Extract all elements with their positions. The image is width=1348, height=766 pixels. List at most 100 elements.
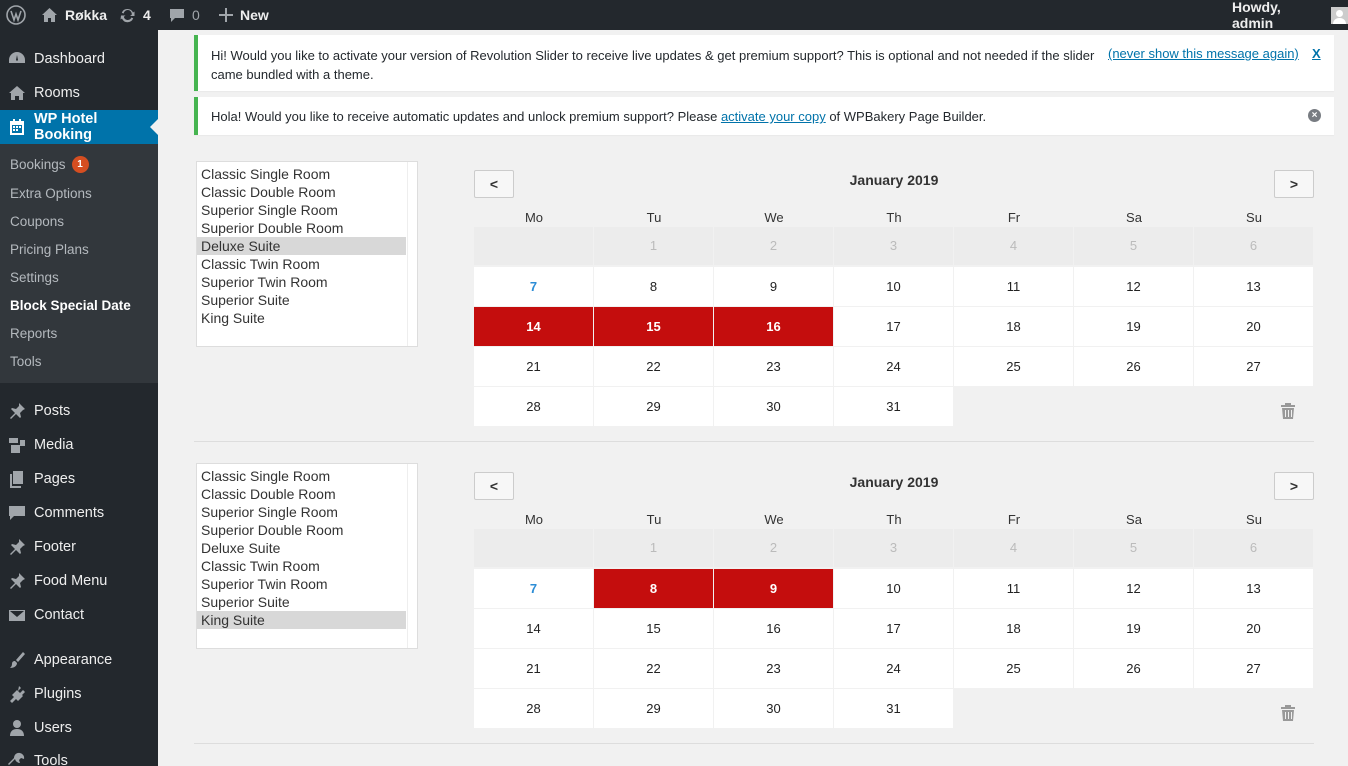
day-cell[interactable]: 16 [714,609,833,648]
room-option[interactable]: Classic Single Room [197,165,406,183]
day-cell[interactable]: 11 [954,267,1073,306]
sidebar-item-media[interactable]: Media [0,428,158,462]
day-cell[interactable]: 27 [1194,649,1313,688]
trash-icon[interactable] [1281,705,1295,721]
day-cell[interactable]: 19 [1074,307,1193,346]
wordpress-logo-icon[interactable] [6,0,26,30]
room-option[interactable]: Superior Double Room [197,521,406,539]
day-cell[interactable]: 26 [1074,649,1193,688]
listbox-scrollbar[interactable] [407,464,417,648]
day-cell[interactable]: 24 [834,649,953,688]
room-select-list[interactable]: Classic Single Room Classic Double Room Su… [196,161,418,347]
day-cell[interactable]: 23 [714,347,833,386]
room-option[interactable]: Superior Suite [197,291,406,309]
day-cell[interactable]: 28 [474,387,593,426]
submenu-item-pricing-plans[interactable]: Pricing Plans [10,242,89,257]
day-cell[interactable]: 18 [954,307,1073,346]
day-cell[interactable]: 22 [594,649,713,688]
day-cell[interactable]: 12 [1074,267,1193,306]
day-cell[interactable]: 16 [714,307,833,346]
day-cell[interactable]: 11 [954,569,1073,608]
day-cell[interactable]: 15 [594,307,713,346]
day-cell[interactable]: 13 [1194,569,1313,608]
never-show-link[interactable]: (never show this message again) [1108,46,1299,61]
day-cell[interactable]: 8 [594,569,713,608]
sidebar-item-rooms[interactable]: Rooms [0,76,158,110]
updates-link[interactable]: 4 [119,0,151,30]
my-account-link[interactable]: Howdy, admin [1232,0,1348,31]
day-cell[interactable]: 9 [714,267,833,306]
sidebar-item-appearance[interactable]: Appearance [0,643,158,677]
day-cell[interactable]: 10 [834,569,953,608]
room-option[interactable]: Classic Twin Room [197,255,406,273]
room-option[interactable]: Classic Single Room [197,467,406,485]
day-cell[interactable]: 14 [474,307,593,346]
room-option[interactable]: Classic Twin Room [197,557,406,575]
dismiss-x-link[interactable]: X [1312,46,1321,61]
room-option[interactable]: Classic Double Room [197,183,406,201]
day-cell[interactable]: 26 [1074,347,1193,386]
day-cell[interactable]: 7 [474,569,593,608]
submenu-item-coupons[interactable]: Coupons [10,214,64,229]
sidebar-item-wp-hotel-booking[interactable]: WP Hotel Booking [0,110,158,144]
day-cell[interactable]: 17 [834,307,953,346]
sidebar-item-posts[interactable]: Posts [0,394,158,428]
room-select-list[interactable]: Classic Single Room Classic Double Room Su… [196,463,418,649]
day-cell[interactable]: 7 [474,267,593,306]
site-name-link[interactable]: Røkka [41,0,107,30]
day-cell[interactable]: 28 [474,689,593,728]
new-content-link[interactable]: New [219,0,269,30]
submenu-item-settings[interactable]: Settings [10,270,59,285]
day-cell[interactable]: 15 [594,609,713,648]
room-option[interactable]: King Suite [197,611,406,629]
submenu-item-bookings[interactable]: Bookings 1 [10,156,89,173]
day-cell[interactable]: 31 [834,689,953,728]
day-cell[interactable]: 13 [1194,267,1313,306]
day-cell[interactable]: 27 [1194,347,1313,386]
day-cell[interactable]: 22 [594,347,713,386]
sidebar-item-tools-main[interactable]: Tools [0,744,158,766]
day-cell[interactable]: 17 [834,609,953,648]
submenu-item-block-special-date[interactable]: Block Special Date [10,298,131,313]
room-option[interactable]: King Suite [197,309,406,327]
submenu-item-reports[interactable]: Reports [10,326,57,341]
day-cell[interactable]: 20 [1194,609,1313,648]
room-option[interactable]: Superior Twin Room [197,273,406,291]
day-cell[interactable]: 8 [594,267,713,306]
day-cell[interactable]: 10 [834,267,953,306]
sidebar-item-users[interactable]: Users [0,711,158,745]
room-option[interactable]: Deluxe Suite [197,237,406,255]
day-cell[interactable]: 25 [954,347,1073,386]
submenu-item-extra-options[interactable]: Extra Options [10,186,92,201]
comments-link[interactable]: 0 [169,0,200,30]
room-option[interactable]: Superior Suite [197,593,406,611]
day-cell[interactable]: 12 [1074,569,1193,608]
submenu-item-tools[interactable]: Tools [10,354,42,369]
day-cell[interactable]: 21 [474,347,593,386]
room-option[interactable]: Classic Double Room [197,485,406,503]
day-cell[interactable]: 20 [1194,307,1313,346]
room-option[interactable]: Deluxe Suite [197,539,406,557]
day-cell[interactable]: 21 [474,649,593,688]
day-cell[interactable]: 31 [834,387,953,426]
sidebar-item-pages[interactable]: Pages [0,462,158,496]
day-cell[interactable]: 25 [954,649,1073,688]
room-option[interactable]: Superior Single Room [197,201,406,219]
room-option[interactable]: Superior Single Room [197,503,406,521]
sidebar-item-footer[interactable]: Footer [0,530,158,564]
dismiss-circle-icon[interactable]: × [1308,109,1321,122]
activate-copy-link[interactable]: activate your copy [721,109,826,124]
room-option[interactable]: Superior Double Room [197,219,406,237]
day-cell[interactable]: 23 [714,649,833,688]
sidebar-item-dashboard[interactable]: Dashboard [0,42,158,76]
day-cell[interactable]: 19 [1074,609,1193,648]
sidebar-item-food-menu[interactable]: Food Menu [0,564,158,598]
sidebar-item-plugins[interactable]: Plugins [0,677,158,711]
day-cell[interactable]: 29 [594,689,713,728]
day-cell[interactable]: 14 [474,609,593,648]
trash-icon[interactable] [1281,403,1295,419]
room-option[interactable]: Superior Twin Room [197,575,406,593]
sidebar-item-contact[interactable]: Contact [0,598,158,632]
sidebar-item-comments[interactable]: Comments [0,496,158,530]
day-cell[interactable]: 24 [834,347,953,386]
